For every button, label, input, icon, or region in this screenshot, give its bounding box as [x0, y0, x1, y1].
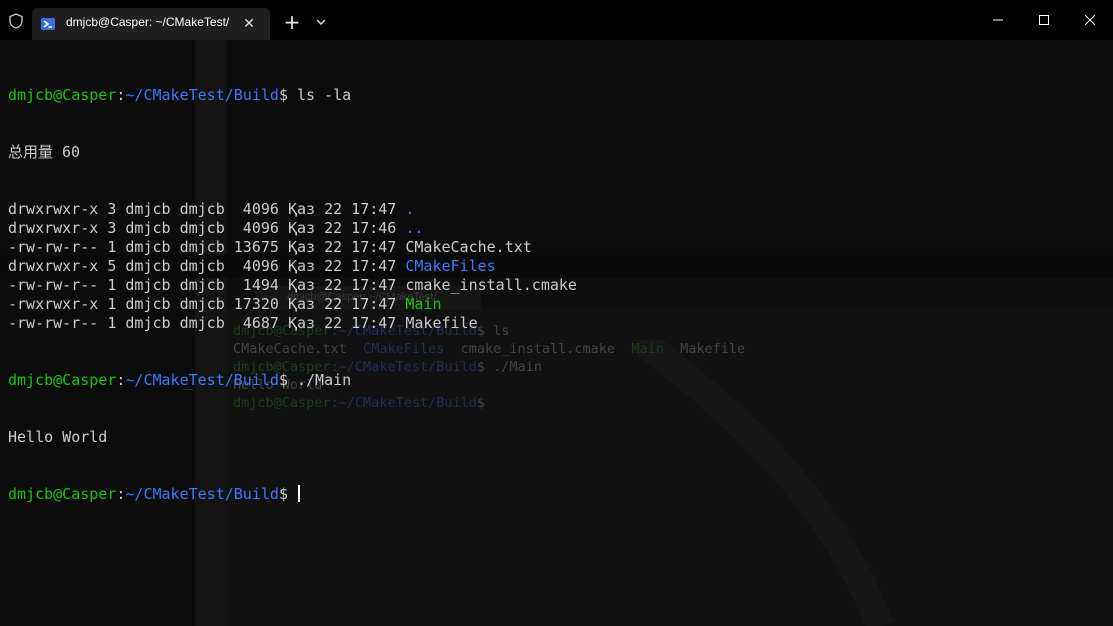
- tab-title: dmjcb@Casper: ~/CMakeTest/: [66, 15, 230, 29]
- prompt-line: dmjcb@Casper:~/CMakeTest/Build$ ls -la: [8, 86, 577, 105]
- terminal-tab[interactable]: dmjcb@Casper: ~/CMakeTest/ ✕: [32, 8, 270, 40]
- listing-row: drwxrwxr-x 3 dmjcb dmjcb 4096 Қаз 22 17:…: [8, 200, 577, 219]
- prompt-line: dmjcb@Casper:~/CMakeTest/Build$ ./Main: [8, 371, 577, 390]
- total-line: 总用量 60: [8, 143, 81, 161]
- listing-row: drwxrwxr-x 3 dmjcb dmjcb 4096 Қаз 22 17:…: [8, 219, 577, 238]
- terminal-pane[interactable]: dmjcb@Casper: ~/CMakeTest/ dmjcb@Casper:…: [0, 40, 1113, 626]
- listing-filename: CMakeCache.txt: [405, 238, 532, 256]
- shield-icon: [9, 13, 23, 29]
- prompt-dollar: $: [278, 86, 288, 104]
- prompt-path: ~/CMakeTest/Build: [125, 86, 279, 104]
- prompt-line-active[interactable]: dmjcb@Casper:~/CMakeTest/Build$: [8, 485, 577, 504]
- minimize-icon: [993, 19, 1003, 21]
- listing-filename: Main: [405, 295, 442, 313]
- listing-row: -rwxrwxr-x 1 dmjcb dmjcb 17320 Қаз 22 17…: [8, 295, 577, 314]
- text-cursor: [298, 485, 300, 502]
- listing-meta: -rw-rw-r-- 1 dmjcb dmjcb 1494 Қаз 22 17:…: [8, 276, 406, 294]
- close-icon: [1085, 15, 1095, 25]
- listing-filename: ..: [405, 219, 424, 237]
- close-window-button[interactable]: [1067, 0, 1113, 40]
- powershell-icon: [41, 18, 55, 30]
- prompt-path: ~/CMakeTest/Build: [125, 371, 279, 389]
- listing-filename: CMakeFiles: [405, 257, 496, 275]
- program-output: Hello World: [8, 428, 108, 446]
- listing-row: -rw-rw-r-- 1 dmjcb dmjcb 13675 Қаз 22 17…: [8, 238, 577, 257]
- listing-meta: drwxrwxr-x 3 dmjcb dmjcb 4096 Қаз 22 17:…: [8, 219, 406, 237]
- listing-filename: .: [405, 200, 415, 218]
- title-bar: dmjcb@Casper: ~/CMakeTest/ ✕ +: [0, 0, 1113, 40]
- listing-row: -rw-rw-r-- 1 dmjcb dmjcb 4687 Қаз 22 17:…: [8, 314, 577, 333]
- listing-meta: -rw-rw-r-- 1 dmjcb dmjcb 13675 Қаз 22 17…: [8, 238, 406, 256]
- listing-meta: -rwxrwxr-x 1 dmjcb dmjcb 17320 Қаз 22 17…: [8, 295, 406, 313]
- command-text: ./Main: [287, 371, 352, 389]
- listing-filename: cmake_install.cmake: [405, 276, 577, 294]
- minimize-button[interactable]: [975, 0, 1021, 40]
- listing-filename: Makefile: [405, 314, 478, 332]
- prompt-dollar: $: [278, 485, 288, 503]
- terminal-output: dmjcb@Casper:~/CMakeTest/Build$ ls -la 总…: [8, 48, 577, 542]
- listing-meta: drwxrwxr-x 5 dmjcb dmjcb 4096 Қаз 22 17:…: [8, 257, 406, 275]
- prompt-path: ~/CMakeTest/Build: [125, 485, 279, 503]
- new-tab-button[interactable]: +: [282, 12, 302, 32]
- listing-meta: -rw-rw-r-- 1 dmjcb dmjcb 4687 Қаз 22 17:…: [8, 314, 406, 332]
- prompt-user: dmjcb@Casper: [8, 371, 117, 389]
- listing-row: drwxrwxr-x 5 dmjcb dmjcb 4096 Қаз 22 17:…: [8, 257, 577, 276]
- chevron-down-icon[interactable]: [313, 14, 329, 30]
- listing-row: -rw-rw-r-- 1 dmjcb dmjcb 1494 Қаз 22 17:…: [8, 276, 577, 295]
- prompt-dollar: $: [278, 371, 288, 389]
- tab-close-icon[interactable]: ✕: [240, 15, 258, 33]
- command-text: ls -la: [287, 86, 352, 104]
- maximize-icon: [1039, 15, 1049, 25]
- listing-meta: drwxrwxr-x 3 dmjcb dmjcb 4096 Қаз 22 17:…: [8, 200, 406, 218]
- prompt-user: dmjcb@Casper: [8, 485, 117, 503]
- maximize-button[interactable]: [1021, 0, 1067, 40]
- prompt-user: dmjcb@Casper: [8, 86, 117, 104]
